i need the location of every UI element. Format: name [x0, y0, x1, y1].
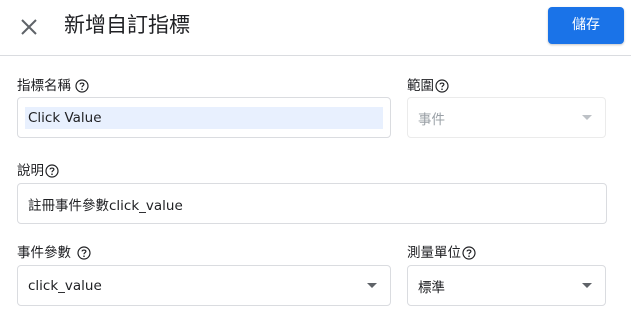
event-param-label: 事件參數 [17, 244, 91, 262]
event-param-value: click_value [28, 277, 102, 294]
description-value: 註冊事件參數click_value [28, 197, 183, 214]
help-icon[interactable] [75, 79, 89, 93]
dialog-header: 新增自訂指標 儲存 [0, 0, 631, 56]
metric-name-label-text: 指標名稱 [17, 78, 71, 94]
help-icon[interactable] [45, 164, 59, 178]
description-label-text: 說明 [17, 163, 44, 179]
chevron-down-icon[interactable] [582, 282, 592, 288]
metric-name-value: Click Value [28, 109, 102, 126]
help-icon[interactable] [435, 79, 449, 93]
unit-label-text: 測量單位 [407, 245, 461, 261]
save-button[interactable]: 儲存 [548, 7, 624, 44]
chevron-down-icon [582, 114, 592, 120]
scope-label: 範圍 [407, 77, 449, 95]
chevron-down-icon[interactable] [367, 282, 377, 288]
unit-value: 標準 [418, 279, 445, 296]
scope-label-text: 範圍 [407, 78, 434, 94]
unit-select[interactable]: 標準 [407, 265, 606, 306]
close-icon[interactable] [16, 14, 42, 40]
dialog-title: 新增自訂指標 [64, 13, 190, 37]
help-icon[interactable] [77, 246, 91, 260]
help-icon[interactable] [462, 246, 476, 260]
event-param-select[interactable]: click_value [17, 265, 391, 306]
metric-name-label: 指標名稱 [17, 77, 89, 95]
metric-name-input[interactable]: Click Value [17, 97, 391, 138]
event-param-label-text: 事件參數 [17, 245, 71, 261]
unit-label: 測量單位 [407, 244, 476, 262]
description-input[interactable]: 註冊事件參數click_value [17, 183, 607, 224]
scope-value: 事件 [418, 111, 445, 128]
description-label: 說明 [17, 162, 59, 180]
scope-select: 事件 [407, 97, 606, 138]
